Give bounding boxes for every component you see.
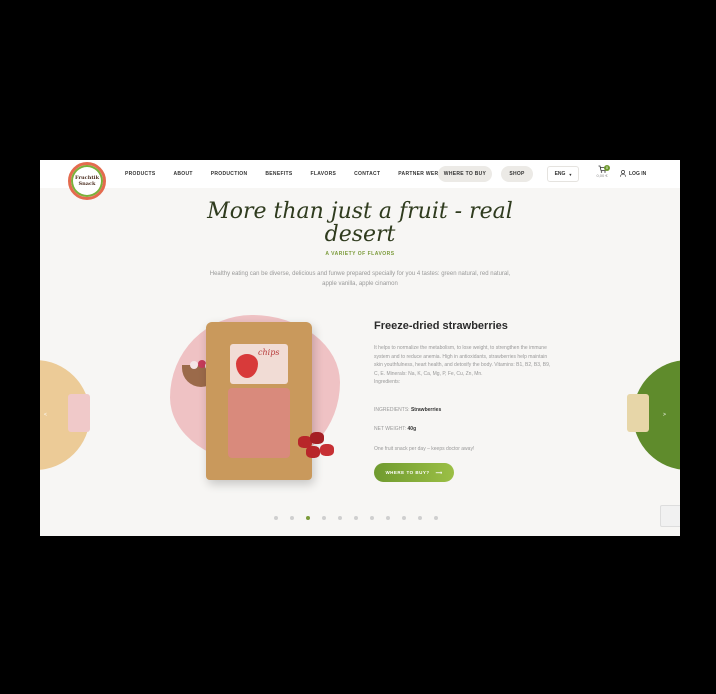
language-selector[interactable]: ENG ▾ (547, 166, 579, 182)
nav-item-benefits[interactable]: BENEFITS (265, 171, 292, 177)
nav-item-production[interactable]: PRODUCTION (211, 171, 248, 177)
carousel-dot[interactable] (290, 516, 294, 520)
carousel-dot[interactable] (370, 516, 374, 520)
carousel-dot[interactable] (354, 516, 358, 520)
main-menu: PRODUCTS ABOUT PRODUCTION BENEFITS FLAVO… (125, 171, 468, 177)
recaptcha-badge-icon[interactable] (660, 505, 680, 527)
carousel-pagination (274, 516, 438, 520)
strawberry-chips-image (294, 432, 338, 466)
chevron-down-icon: ▾ (569, 171, 572, 177)
arrow-right-icon: ⟶ (435, 469, 443, 475)
ingredients-row: INGREDIENTS: Strawberries (374, 407, 441, 413)
cart-count-badge: 0 (604, 165, 610, 171)
user-icon (620, 170, 626, 177)
package-label-text: chips (258, 348, 280, 357)
top-navigation: Fruchtik Snack PRODUCTS ABOUT PRODUCTION… (40, 160, 680, 200)
carousel-dot[interactable] (274, 516, 278, 520)
nav-item-about[interactable]: ABOUT (173, 171, 192, 177)
cart-amount: 0,00 € (596, 173, 608, 178)
product-description-text: It helps to normalize the metabolism, to… (374, 345, 551, 377)
previous-slide-preview[interactable]: < (40, 360, 90, 470)
ingredients-heading: Ingredients: (374, 379, 401, 385)
product-description: It helps to normalize the metabolism, to… (374, 344, 554, 387)
carousel-dot[interactable] (418, 516, 422, 520)
brand-logo[interactable]: Fruchtik Snack (68, 162, 106, 200)
where-to-buy-cta-button[interactable]: WHERE TO BUY? ⟶ (374, 463, 454, 482)
previous-product-image (68, 394, 90, 432)
logo-text-line2: Snack (78, 181, 96, 187)
cta-label: WHERE TO BUY? (385, 470, 430, 475)
ingredients-value: Strawberries (410, 407, 442, 413)
page: Fruchtik Snack PRODUCTS ABOUT PRODUCTION… (40, 160, 680, 536)
next-product-image (627, 394, 649, 432)
ingredients-label: INGREDIENTS: (374, 407, 410, 413)
next-slide-preview[interactable]: > (627, 360, 680, 470)
carousel-dot[interactable] (402, 516, 406, 520)
product-title: Freeze-dried strawberries (374, 320, 508, 332)
page-headline: More than just a fruit - real desert (207, 199, 513, 247)
language-value: ENG (554, 171, 566, 177)
cart-button[interactable]: 0 0,00 € (592, 165, 612, 185)
login-link[interactable]: LOG IN (620, 170, 646, 177)
carousel-dot[interactable] (338, 516, 342, 520)
net-weight-row: NET WEIGHT: 40g (374, 426, 416, 432)
login-label: LOG IN (629, 170, 647, 177)
shop-button[interactable]: SHOP (501, 166, 533, 182)
product-tagline: One fruit snack per day – keeps doctor a… (374, 446, 475, 452)
net-weight-label: NET WEIGHT: (374, 426, 407, 432)
previous-arrow-icon[interactable]: < (44, 412, 48, 418)
nav-item-flavors[interactable]: FLAVORS (311, 171, 337, 177)
carousel-dot[interactable] (434, 516, 438, 520)
net-weight-value: 40g (407, 426, 417, 432)
nav-item-products[interactable]: PRODUCTS (125, 171, 155, 177)
carousel-dot-active[interactable] (306, 516, 310, 520)
page-subheadline: A VARIETY OF FLAVORS (325, 251, 395, 257)
carousel-dot[interactable] (322, 516, 326, 520)
nav-item-contact[interactable]: CONTACT (354, 171, 380, 177)
carousel-dot[interactable] (386, 516, 390, 520)
intro-text: Healthy eating can be diverse, delicious… (209, 271, 511, 287)
where-to-buy-button[interactable]: WHERE TO BUY (438, 166, 492, 182)
next-arrow-icon[interactable]: > (663, 412, 667, 418)
